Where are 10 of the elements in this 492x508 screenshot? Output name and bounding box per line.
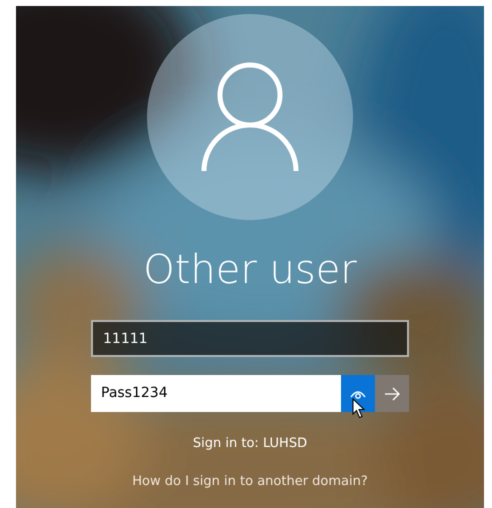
other-domain-link[interactable]: How do I sign in to another domain? [132, 472, 368, 491]
password-field[interactable]: Pass1234 [91, 375, 341, 412]
person-icon [200, 61, 300, 173]
reveal-password-button[interactable] [341, 375, 375, 412]
arrow-right-icon [384, 386, 400, 400]
mouse-pointer-icon [352, 398, 366, 419]
submit-button[interactable] [375, 375, 409, 412]
username-field[interactable]: 11111 [91, 320, 409, 357]
user-name: Other user [143, 248, 357, 292]
sign-in-domain-label: Sign in to: LUHSD [192, 435, 308, 453]
